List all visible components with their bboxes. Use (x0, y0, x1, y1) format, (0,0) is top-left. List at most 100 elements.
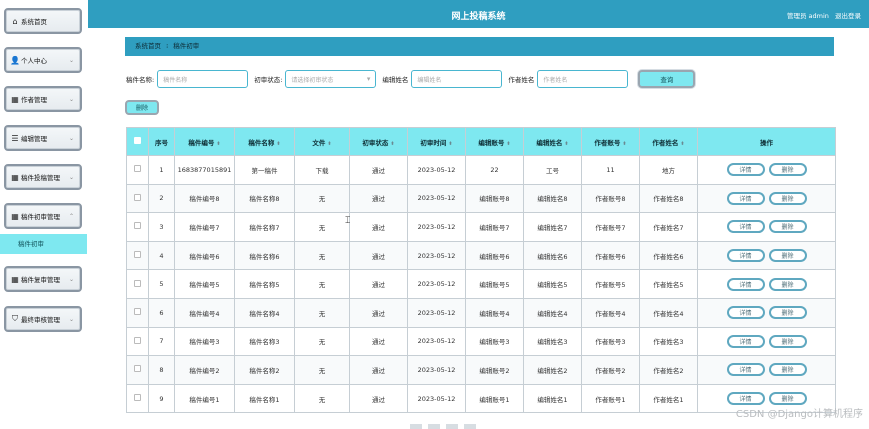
table-cell: 稿件名称3 (234, 326, 295, 357)
delete-button[interactable]: 删除 (768, 249, 807, 263)
table-cell: 通过 (349, 183, 408, 214)
sidebar-subitem-first-review[interactable]: 稿件初审 (0, 234, 87, 254)
detail-button[interactable]: 详情 (726, 163, 765, 177)
delete-button[interactable]: 删除 (768, 191, 807, 205)
detail-button[interactable]: 详情 (726, 334, 765, 348)
row-checkbox[interactable] (126, 383, 149, 414)
table-cell: 编辑姓名1 (523, 383, 582, 414)
stamp-icon: ⛉ (12, 314, 18, 323)
sidebar-item-profile[interactable]: 👤 个人中心 ⌄ (4, 47, 82, 73)
col-header: 序号 (148, 127, 175, 156)
sidebar-item-second-review[interactable]: ▦ 稿件复审管理 ⌄ (4, 266, 82, 292)
page-button[interactable] (464, 424, 476, 429)
detail-button[interactable]: 详情 (726, 220, 765, 234)
detail-button[interactable]: 详情 (726, 363, 765, 377)
manuscript-name-input[interactable]: 稿件名称 (157, 70, 249, 88)
col-header: 操作 (697, 127, 836, 156)
table-cell: 编辑账号4 (465, 297, 524, 328)
table-cell: 稿件名称2 (234, 355, 295, 385)
sort-icon[interactable]: ⬍ (564, 141, 568, 147)
sidebar-item-authors[interactable]: ▦ 作者管理 ⌄ (4, 86, 82, 112)
page-button[interactable] (410, 424, 422, 429)
row-checkbox[interactable] (126, 183, 149, 214)
sort-icon[interactable]: ⬍ (680, 141, 684, 147)
breadcrumb-separator: ⁝ (166, 42, 169, 50)
delete-button[interactable]: 删除 (768, 334, 807, 348)
col-header[interactable]: 稿件名称 ⬍ (234, 127, 295, 156)
col-header[interactable]: 编辑账号 ⬍ (465, 127, 524, 156)
sort-icon[interactable]: ⬍ (448, 141, 452, 147)
bulk-delete-button[interactable]: 删除 (125, 100, 159, 115)
sidebar-item-first-review[interactable]: ▦ 稿件初审管理 ⌃ (4, 203, 82, 229)
sidebar-item-editors[interactable]: ☰ 编辑管理 ⌄ (4, 125, 82, 151)
row-checkbox[interactable] (126, 355, 149, 385)
detail-button[interactable]: 详情 (726, 191, 765, 205)
editor-name-label: 编辑姓名 (382, 76, 409, 84)
table-cell: 稿件名称1 (234, 383, 295, 414)
sort-icon[interactable]: ⬍ (506, 141, 510, 147)
sidebar-item-submissions[interactable]: ▦ 稿件投稿管理 ⌄ (4, 164, 82, 190)
table-row: 1 1683877015891 第一稿件 下载 通过 2023-05-12 22 工号 11 地方… (126, 155, 836, 185)
sidebar-item-final-review[interactable]: ⛉ 最终审核管理 ⌄ (4, 306, 82, 332)
row-checkbox[interactable] (126, 297, 149, 328)
col-header[interactable]: 初审状态 ⬍ (349, 127, 408, 156)
row-checkbox[interactable] (126, 155, 149, 185)
col-header[interactable]: 编辑姓名 ⬍ (523, 127, 582, 156)
home-icon: ⌂ (12, 16, 18, 26)
table-cell: 作者姓名8 (639, 183, 698, 214)
delete-button[interactable]: 删除 (768, 220, 807, 234)
col-header[interactable]: 初审时间 ⬍ (407, 127, 466, 156)
editor-name-input[interactable]: 编辑姓名 (411, 70, 503, 88)
review-status-select[interactable]: 请选择初审状态 (285, 70, 377, 88)
delete-button[interactable]: 删除 (768, 392, 807, 406)
row-checkbox[interactable] (126, 269, 149, 299)
chevron-down-icon: ⌄ (68, 315, 74, 323)
detail-button[interactable]: 详情 (726, 277, 765, 291)
table-row: 2 稿件编号8 稿件名称8 无通过 2023-05-12 编辑账号8 编辑姓名8 作者账号8 作… (126, 183, 836, 214)
table-cell: 稿件名称4 (234, 297, 295, 328)
table-cell: 稿件编号8 (174, 183, 235, 214)
sort-icon[interactable]: ⬍ (327, 141, 331, 147)
user-icon: 👤 (10, 55, 20, 65)
row-checkbox[interactable] (126, 240, 149, 271)
table-cell: 无 (294, 269, 350, 299)
delete-button[interactable]: 删除 (768, 306, 807, 320)
sort-icon[interactable]: ⬍ (622, 141, 626, 147)
table-cell: 编辑账号7 (465, 212, 524, 242)
table-cell: 作者姓名6 (639, 240, 698, 271)
table-cell: 9 (148, 383, 175, 414)
table-cell: 编辑姓名5 (523, 269, 582, 299)
row-checkbox[interactable] (126, 212, 149, 242)
col-header[interactable]: 作者姓名 ⬍ (639, 127, 698, 156)
logout-link[interactable]: 退出登录 (835, 12, 861, 20)
delete-button[interactable]: 删除 (768, 363, 807, 377)
col-header[interactable]: 作者账号 ⬍ (581, 127, 640, 156)
col-header[interactable]: 稿件编号 ⬍ (174, 127, 235, 156)
col-header[interactable]: 文件 ⬍ (294, 127, 350, 156)
author-name-input[interactable]: 作者姓名 (537, 70, 629, 88)
sidebar-item-home[interactable]: ⌂ 系统首页 (4, 8, 82, 34)
search-button[interactable]: 查询 (638, 70, 696, 88)
table-cell[interactable]: 下载 (294, 155, 350, 185)
page-button[interactable] (446, 424, 458, 429)
sort-icon[interactable]: ⬍ (390, 141, 394, 147)
sort-icon[interactable]: ⬍ (216, 141, 220, 147)
row-actions: 详情 删除 (697, 269, 836, 299)
detail-button[interactable]: 详情 (726, 306, 765, 320)
table-cell: 编辑姓名4 (523, 297, 582, 328)
delete-button[interactable]: 删除 (768, 277, 807, 291)
sort-icon[interactable]: ⬍ (276, 141, 280, 147)
table-cell: 通过 (349, 155, 408, 185)
delete-button[interactable]: 删除 (768, 163, 807, 177)
breadcrumb-home[interactable]: 系统首页 (135, 42, 161, 50)
detail-button[interactable]: 详情 (726, 392, 765, 406)
row-checkbox[interactable] (126, 326, 149, 357)
table-cell: 稿件编号7 (174, 212, 235, 242)
page-button[interactable] (428, 424, 440, 429)
select-all-checkbox[interactable] (126, 127, 149, 156)
table-cell: 作者账号7 (581, 212, 640, 242)
table-cell: 无 (294, 297, 350, 328)
table-cell: 2023-05-12 (407, 269, 466, 299)
table-cell: 通过 (349, 383, 408, 414)
detail-button[interactable]: 详情 (726, 249, 765, 263)
